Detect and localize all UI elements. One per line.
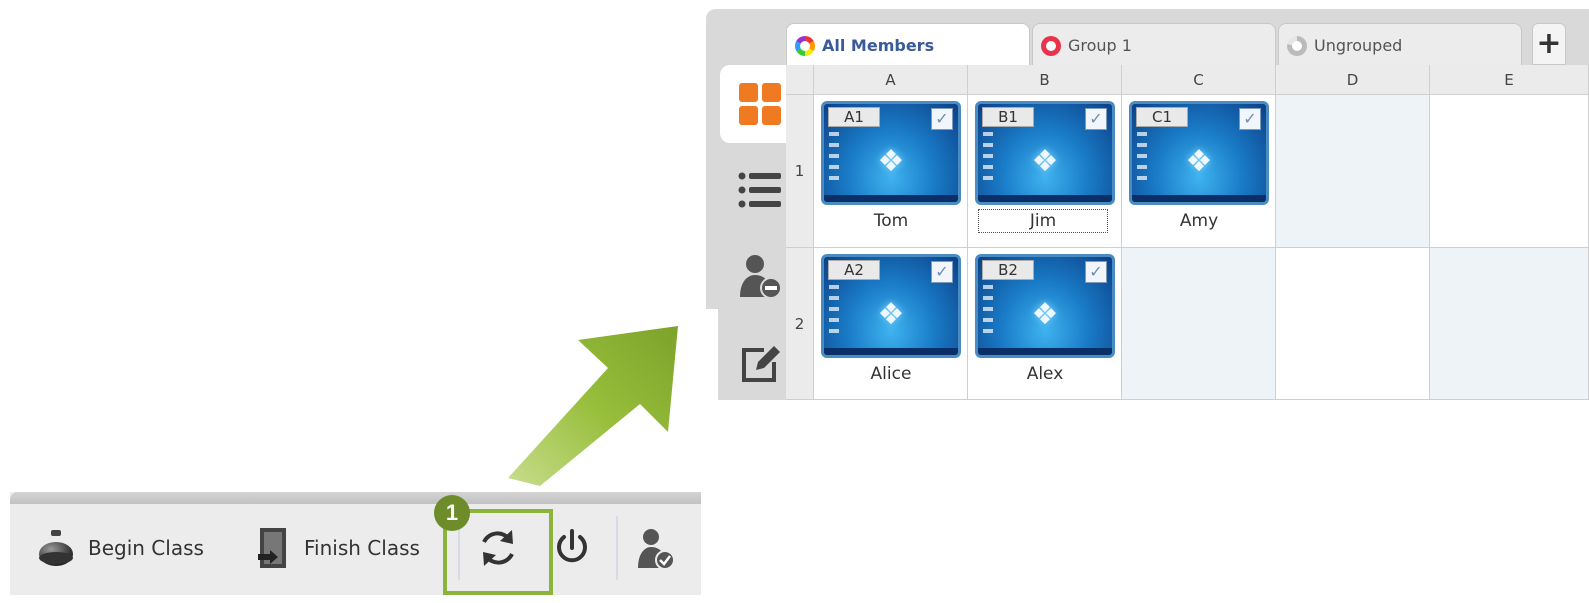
tab-label: All Members (822, 36, 935, 55)
checkbox-checked-icon[interactable]: ✓ (1239, 108, 1261, 130)
windows-logo-icon: ❖ (1031, 297, 1059, 332)
member-name: Jim (978, 209, 1108, 233)
windows-logo-icon: ❖ (1031, 144, 1059, 179)
desktop-thumbnail[interactable]: C1 ✓ ❖ (1129, 101, 1269, 205)
seat-grid: A B C D E 1 2 A1 ✓ ❖ Tom B1 ✓ ❖ Jim C1 ✓… (786, 65, 1589, 400)
desktop-icons (983, 285, 993, 337)
checkbox-checked-icon[interactable]: ✓ (931, 108, 953, 130)
desktop-icons (983, 132, 993, 184)
gray-ring-icon (1287, 35, 1307, 56)
class-toolbar: Begin Class Finish Class 1 (10, 492, 701, 595)
finish-class-button[interactable]: Finish Class (256, 518, 420, 578)
tab-ungrouped[interactable]: Ungrouped (1278, 23, 1522, 67)
grid-cell-empty[interactable] (1122, 248, 1276, 400)
toolbar-separator (616, 516, 618, 580)
taskbar (978, 348, 1112, 355)
desktop-thumbnail[interactable]: A1 ✓ ❖ (821, 101, 961, 205)
column-header: E (1430, 65, 1589, 95)
checkbox-checked-icon[interactable]: ✓ (931, 261, 953, 283)
member-card[interactable]: A2 ✓ ❖ Alice (818, 254, 964, 394)
member-name: Tom (873, 211, 909, 231)
power-icon (557, 529, 587, 563)
rainbow-ring-icon (795, 35, 815, 56)
user-check-icon (638, 529, 675, 570)
finish-class-label: Finish Class (304, 536, 420, 560)
taskbar (824, 348, 958, 355)
grid-corner (786, 65, 814, 95)
member-name: Amy (1179, 211, 1219, 231)
desktop-icons (829, 285, 839, 337)
member-card[interactable]: B1 ✓ ❖ Jim (972, 101, 1118, 241)
tab-group-1[interactable]: Group 1 (1032, 23, 1276, 67)
begin-class-label: Begin Class (88, 536, 204, 560)
member-card[interactable]: A1 ✓ ❖ Tom (818, 101, 964, 241)
plus-icon: + (1536, 26, 1562, 61)
red-ring-icon (1041, 35, 1061, 56)
column-header: C (1122, 65, 1276, 95)
grid-cell-empty[interactable] (1276, 248, 1430, 400)
power-button[interactable] (555, 518, 589, 578)
column-header: A (814, 65, 968, 95)
row-header: 1 (786, 95, 814, 248)
pointer-arrow-icon (508, 326, 678, 486)
column-header: D (1276, 65, 1430, 95)
tab-label: Group 1 (1068, 36, 1132, 55)
members-window: All Members Group 1 Ungrouped + A B C D … (706, 9, 1589, 400)
row-header: 2 (786, 248, 814, 400)
user-status-button[interactable] (636, 518, 676, 578)
user-remove-icon (740, 255, 782, 299)
seat-label: C1 (1136, 107, 1188, 127)
windows-logo-icon: ❖ (877, 144, 905, 179)
list-view-icon (738, 172, 781, 208)
grid-cell-empty[interactable] (1276, 95, 1430, 248)
seat-label: B1 (982, 107, 1034, 127)
group-tab-bar: All Members Group 1 Ungrouped + (706, 9, 1589, 67)
bell-icon (39, 530, 73, 566)
desktop-thumbnail[interactable]: A2 ✓ ❖ (821, 254, 961, 358)
taskbar (1132, 195, 1266, 202)
checkbox-checked-icon[interactable]: ✓ (1085, 261, 1107, 283)
member-card[interactable]: B2 ✓ ❖ Alex (972, 254, 1118, 394)
toolbar-edge (10, 492, 701, 504)
thumbnail-view-icon (739, 83, 781, 125)
taskbar (978, 195, 1112, 202)
desktop-thumbnail[interactable]: B1 ✓ ❖ (975, 101, 1115, 205)
desktop-icons (829, 132, 839, 184)
member-name: Alice (870, 364, 912, 384)
checkbox-checked-icon[interactable]: ✓ (1085, 108, 1107, 130)
callout-badge: 1 (434, 495, 470, 531)
grid-cell-empty[interactable] (1430, 248, 1589, 400)
desktop-icons (1137, 132, 1147, 184)
member-card[interactable]: C1 ✓ ❖ Amy (1126, 101, 1272, 241)
begin-class-button[interactable]: Begin Class (36, 518, 204, 578)
tab-label: Ungrouped (1314, 36, 1403, 55)
tab-all-members[interactable]: All Members (786, 23, 1030, 67)
window-edge (706, 309, 718, 400)
taskbar (824, 195, 958, 202)
seat-label: A2 (828, 260, 880, 280)
exit-door-icon (258, 528, 286, 568)
add-group-button[interactable]: + (1532, 23, 1566, 65)
windows-logo-icon: ❖ (877, 297, 905, 332)
windows-logo-icon: ❖ (1185, 144, 1213, 179)
grid-cell-empty[interactable] (1430, 95, 1589, 248)
seat-label: B2 (982, 260, 1034, 280)
desktop-thumbnail[interactable]: B2 ✓ ❖ (975, 254, 1115, 358)
member-name: Alex (1026, 364, 1064, 384)
seat-label: A1 (828, 107, 880, 127)
column-header: B (968, 65, 1122, 95)
edit-icon (742, 346, 780, 382)
